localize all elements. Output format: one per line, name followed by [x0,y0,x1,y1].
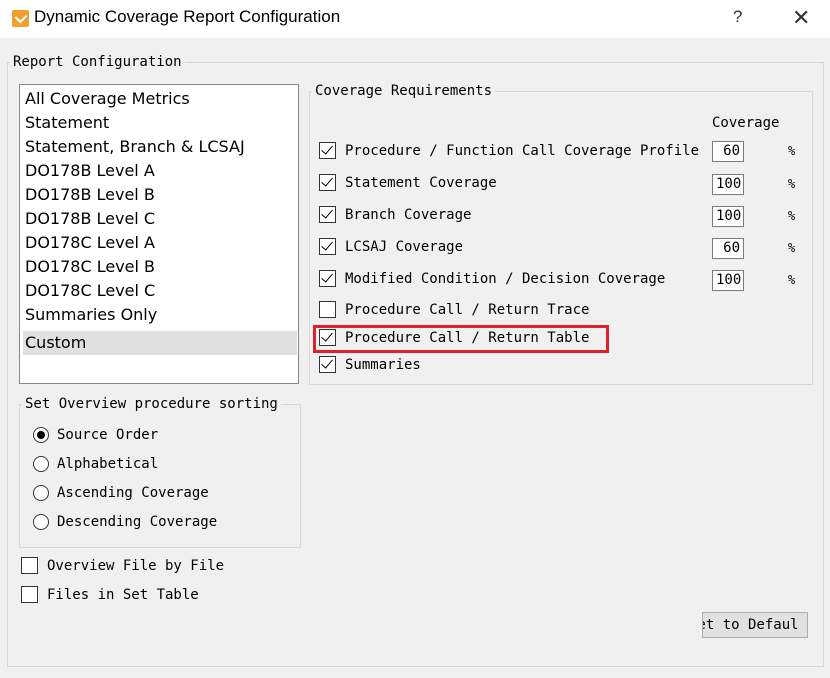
list-item[interactable]: DO178C Level B [23,255,297,279]
checkbox-label: Procedure / Function Call Coverage Profi… [345,142,700,159]
checkbox-icon[interactable] [21,586,38,603]
radio-icon[interactable] [33,485,49,501]
list-item[interactable]: DO178B Level A [23,159,297,183]
list-item[interactable]: DO178B Level B [23,183,297,207]
checkbox-checked-icon[interactable] [319,356,336,373]
help-button[interactable]: ? [733,7,742,27]
radio-icon[interactable] [33,456,49,472]
radio-label: Source Order [57,427,159,443]
app-icon [12,10,29,27]
list-item[interactable]: Statement, Branch & LCSAJ [23,135,297,159]
list-item[interactable]: Summaries Only [23,303,297,327]
radio-label: Descending Coverage [57,514,218,530]
checkbox-call-coverage-profile[interactable]: Procedure / Function Call Coverage Profi… [319,142,699,159]
checkbox-checked-icon[interactable] [319,142,336,159]
list-item[interactable]: Statement [23,111,297,135]
checkbox-checked-icon[interactable] [319,270,336,287]
checkbox-label: LCSAJ Coverage [345,238,464,255]
list-item[interactable]: All Coverage Metrics [23,87,297,111]
coverage-column-header: Coverage [712,115,780,131]
list-item-selected[interactable]: Custom [23,331,297,355]
sorting-legend: Set Overview procedure sorting [25,396,278,412]
checkbox-label: Branch Coverage [345,206,472,223]
checkbox-label: Files in Set Table [47,586,199,603]
radio-ascending-coverage[interactable]: Ascending Coverage [33,485,209,501]
checkbox-label: Modified Condition / Decision Coverage [345,270,666,287]
radio-alphabetical[interactable]: Alphabetical [33,456,158,472]
checkbox-mcdc-coverage[interactable]: Modified Condition / Decision Coverage [319,270,665,287]
checkbox-icon[interactable] [21,557,38,574]
percent-label: % [788,209,796,223]
coverage-input-call-profile[interactable]: 60 [712,141,744,162]
checkbox-summaries[interactable]: Summaries [319,356,421,373]
percent-label: % [788,177,796,191]
percent-label: % [788,273,796,287]
list-item[interactable]: DO178C Level A [23,231,297,255]
highlight-box [313,325,609,353]
report-configuration-legend: Report Configuration [13,54,182,70]
report-preset-list[interactable]: All Coverage Metrics Statement Statement… [19,84,299,384]
checkbox-branch-coverage[interactable]: Branch Coverage [319,206,471,223]
list-item[interactable]: DO178B Level C [23,207,297,231]
coverage-input-statement[interactable]: 100 [712,174,744,195]
checkbox-label: Procedure Call / Return Trace [345,301,590,318]
checkbox-icon[interactable] [319,301,336,318]
checkbox-label: Statement Coverage [345,174,497,191]
coverage-input-mcdc[interactable]: 100 [712,270,744,291]
checkbox-lcsaj-coverage[interactable]: LCSAJ Coverage [319,238,463,255]
close-button[interactable]: ✕ [792,5,810,31]
reset-button-label: set to Defaul [703,617,799,633]
radio-icon[interactable] [33,514,49,530]
checkbox-call-return-trace[interactable]: Procedure Call / Return Trace [319,301,589,318]
checkbox-files-in-set-table[interactable]: Files in Set Table [21,586,199,603]
window-title: Dynamic Coverage Report Configuration [34,7,341,26]
radio-descending-coverage[interactable]: Descending Coverage [33,514,217,530]
radio-label: Ascending Coverage [57,485,209,501]
radio-selected-icon[interactable] [33,427,49,443]
checkbox-checked-icon[interactable] [319,174,336,191]
coverage-requirements-legend: Coverage Requirements [315,83,493,99]
coverage-input-lcsaj[interactable]: 60 [712,238,744,259]
title-bar: Dynamic Coverage Report Configuration ? … [0,0,830,38]
reset-to-default-button[interactable]: set to Defaul [702,612,808,638]
list-item[interactable]: DO178C Level C [23,279,297,303]
checkbox-overview-file-by-file[interactable]: Overview File by File [21,557,224,574]
radio-source-order[interactable]: Source Order [33,427,158,443]
checkbox-checked-icon[interactable] [319,238,336,255]
checkbox-label: Overview File by File [47,557,225,574]
radio-label: Alphabetical [57,456,159,472]
checkbox-checked-icon[interactable] [319,206,336,223]
checkbox-label: Summaries [345,356,421,373]
checkbox-statement-coverage[interactable]: Statement Coverage [319,174,497,191]
coverage-input-branch[interactable]: 100 [712,206,744,227]
percent-label: % [788,144,796,158]
percent-label: % [788,241,796,255]
